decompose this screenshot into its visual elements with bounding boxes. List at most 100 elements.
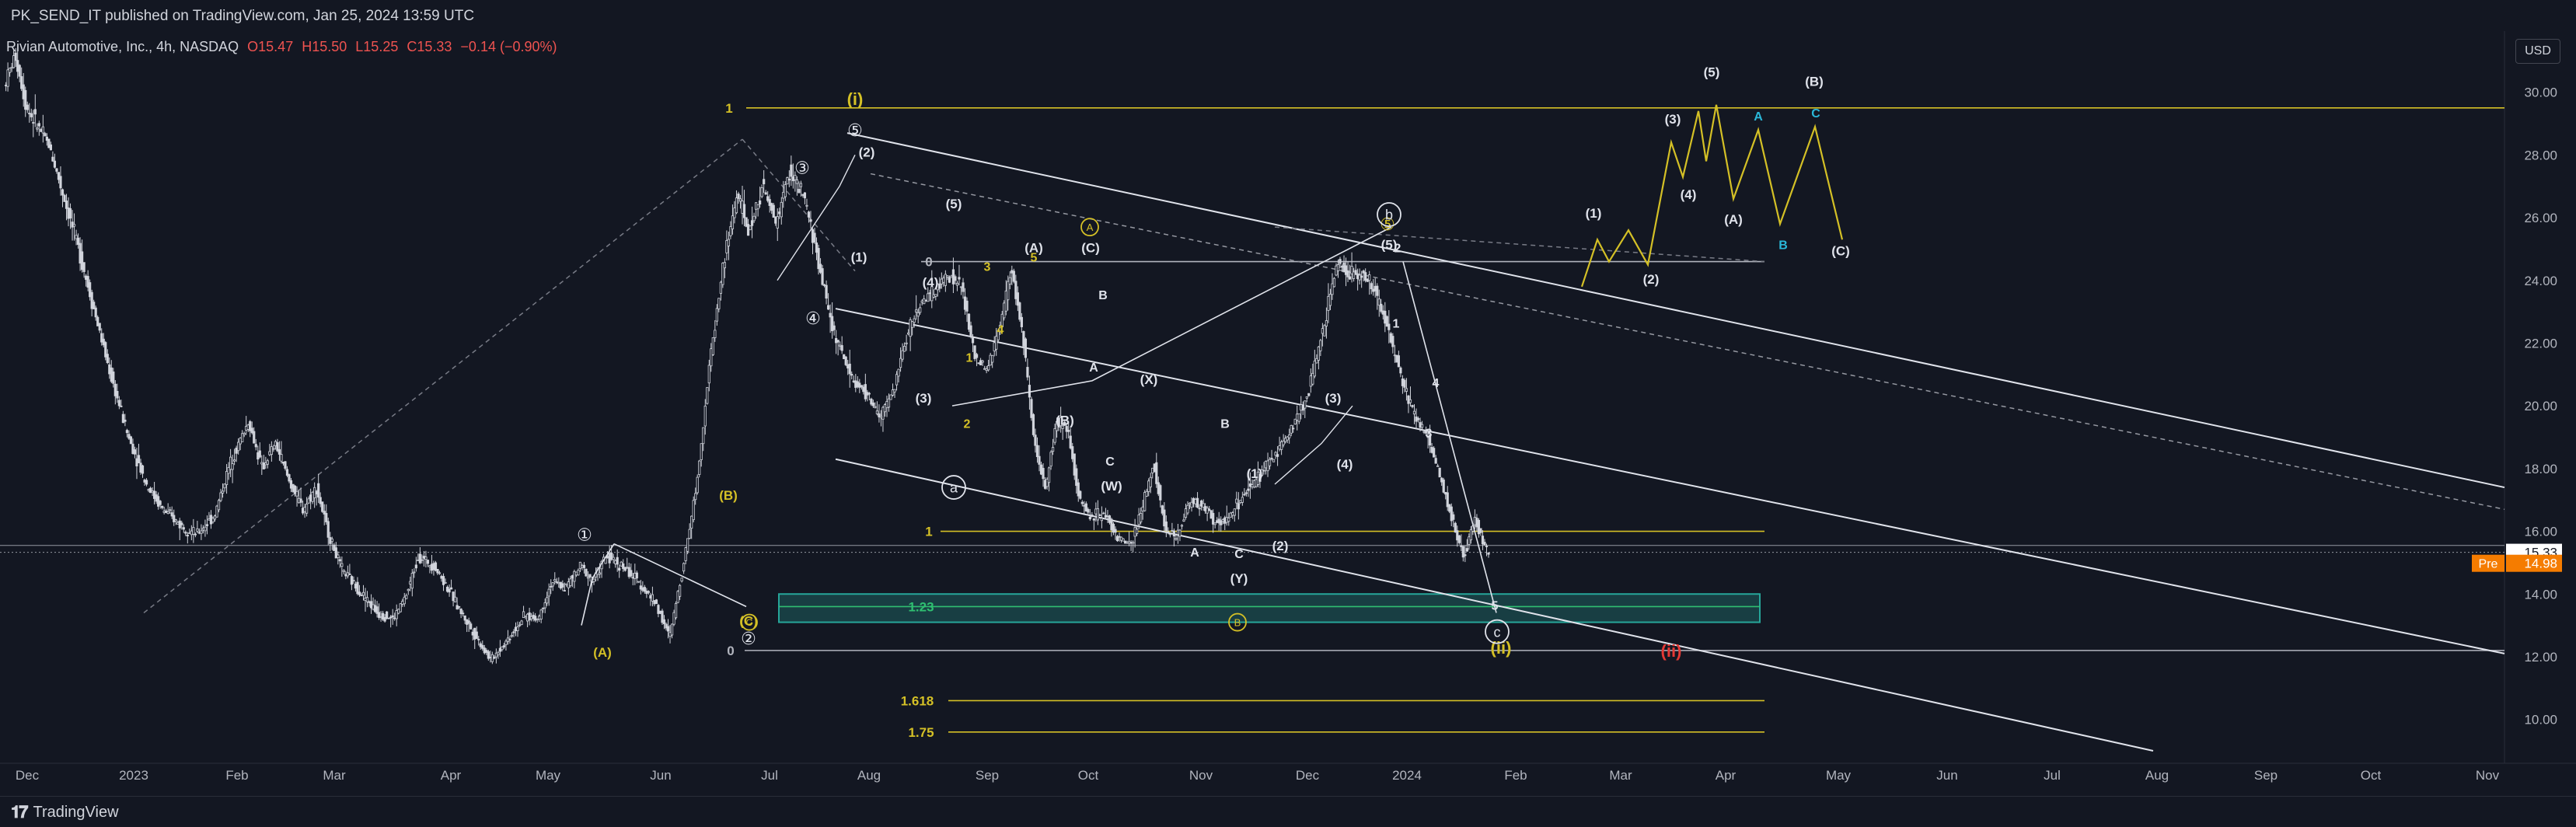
candle-body bbox=[18, 65, 21, 77]
candle-body bbox=[653, 600, 656, 605]
candle-body bbox=[581, 565, 584, 568]
wave-label: A bbox=[1089, 361, 1098, 375]
time-axis[interactable]: Dec 2023 Feb Mar Apr May Jun Jul Aug Sep Oct Nov Dec… bbox=[16, 768, 2500, 783]
candle-body bbox=[749, 225, 752, 231]
candle-body bbox=[1348, 276, 1352, 280]
candle-body bbox=[750, 220, 754, 226]
candle-body bbox=[1420, 424, 1424, 428]
candle-body bbox=[1143, 492, 1147, 511]
candle-body bbox=[686, 538, 689, 552]
candle-body bbox=[462, 612, 465, 615]
candle-body bbox=[213, 515, 217, 520]
candle-body bbox=[567, 581, 570, 588]
time-tick-label: Aug bbox=[857, 768, 881, 783]
candle-body bbox=[1213, 522, 1216, 525]
candle-body bbox=[1030, 399, 1033, 418]
candle-body bbox=[483, 647, 486, 654]
candle-body bbox=[1331, 283, 1334, 295]
candle-body bbox=[1485, 546, 1489, 547]
candle-body bbox=[467, 620, 470, 624]
candle-body bbox=[525, 613, 529, 622]
candle-body bbox=[407, 588, 410, 591]
candle-body bbox=[1118, 536, 1121, 538]
wave-label: (5) bbox=[946, 197, 962, 211]
candle-body bbox=[813, 232, 816, 243]
candle-body bbox=[1247, 488, 1250, 491]
candle-body bbox=[268, 451, 271, 455]
wave-label: (5) bbox=[1704, 65, 1720, 79]
open-value: O15.47 bbox=[247, 39, 294, 54]
candle-body bbox=[358, 591, 361, 595]
candle-body bbox=[344, 574, 347, 577]
candle-body bbox=[741, 201, 744, 214]
candle-body bbox=[711, 337, 714, 355]
tradingview-logo[interactable]: 𝟏𝟕 TradingView bbox=[11, 803, 119, 822]
candle-body bbox=[634, 573, 637, 579]
candle-body bbox=[574, 571, 578, 576]
candle-body bbox=[1448, 504, 1451, 512]
candle-body bbox=[498, 647, 502, 652]
candle-body bbox=[1237, 503, 1240, 510]
candle-body bbox=[622, 563, 625, 569]
candle-body bbox=[301, 508, 305, 514]
candle-body bbox=[373, 605, 377, 612]
candle-body bbox=[1008, 277, 1011, 284]
candle-body bbox=[340, 563, 344, 567]
candle-body bbox=[12, 55, 16, 68]
candle-body bbox=[860, 385, 863, 388]
candle-body bbox=[714, 330, 717, 338]
candle-body bbox=[1372, 288, 1375, 292]
candle-body bbox=[40, 128, 43, 132]
candle-body bbox=[1252, 480, 1256, 488]
candle-body bbox=[1381, 310, 1384, 315]
candle-body bbox=[1149, 476, 1152, 487]
candle-body bbox=[1229, 512, 1232, 518]
fib-level-label: 0 bbox=[925, 255, 932, 270]
candle-body bbox=[1100, 518, 1104, 522]
candle-body bbox=[844, 356, 847, 365]
candle-body bbox=[104, 342, 107, 358]
candle-body bbox=[985, 368, 988, 372]
candle-body bbox=[1172, 530, 1175, 537]
time-tick-label: Sep bbox=[976, 768, 999, 783]
candle-body bbox=[24, 89, 27, 110]
price-chart[interactable]: 1 0 1 1.23 0 1.618 1.75 (2) (1) (5) (3) (4) (A) (C) B… bbox=[0, 0, 2576, 796]
wave-circled-letter: b bbox=[1385, 208, 1393, 223]
candle-body bbox=[989, 354, 992, 366]
candle-body bbox=[879, 416, 883, 418]
candle-body bbox=[1411, 405, 1414, 407]
candle-body bbox=[543, 602, 546, 609]
candle-body bbox=[514, 626, 518, 632]
wave-label: (2) bbox=[859, 145, 875, 159]
candle-body bbox=[354, 583, 358, 589]
candle-body bbox=[162, 511, 166, 513]
candle-body bbox=[90, 291, 93, 309]
candle-body bbox=[112, 372, 115, 384]
price-axis[interactable]: 10.00 12.00 14.00 16.00 18.00 20.00 22.00 24.00… bbox=[2472, 85, 2562, 728]
candle-body bbox=[831, 316, 834, 332]
candle-body bbox=[782, 191, 785, 199]
candle-body bbox=[1171, 530, 1174, 532]
candle-body bbox=[520, 620, 523, 625]
candle-body bbox=[778, 211, 781, 215]
candle-body bbox=[315, 490, 318, 495]
candle-body bbox=[26, 104, 29, 110]
fib-level-label: 1.75 bbox=[908, 725, 934, 740]
candle-body bbox=[1274, 452, 1277, 456]
candle-body bbox=[1464, 554, 1467, 557]
currency-button[interactable]: USD bbox=[2515, 39, 2560, 64]
candle-body bbox=[1387, 323, 1391, 330]
candle-body bbox=[1014, 281, 1017, 299]
candle-body bbox=[200, 530, 203, 534]
candle-body bbox=[1022, 331, 1025, 347]
candle-body bbox=[745, 217, 748, 227]
wave-label: 1 bbox=[966, 352, 973, 365]
candle-body bbox=[67, 207, 70, 219]
brand-name: TradingView bbox=[33, 804, 119, 821]
candle-body bbox=[1114, 529, 1117, 533]
candle-body bbox=[641, 587, 644, 591]
candle-body bbox=[49, 144, 52, 151]
candle-body bbox=[577, 570, 580, 576]
candle-body bbox=[672, 612, 675, 625]
candle-body bbox=[858, 382, 861, 388]
